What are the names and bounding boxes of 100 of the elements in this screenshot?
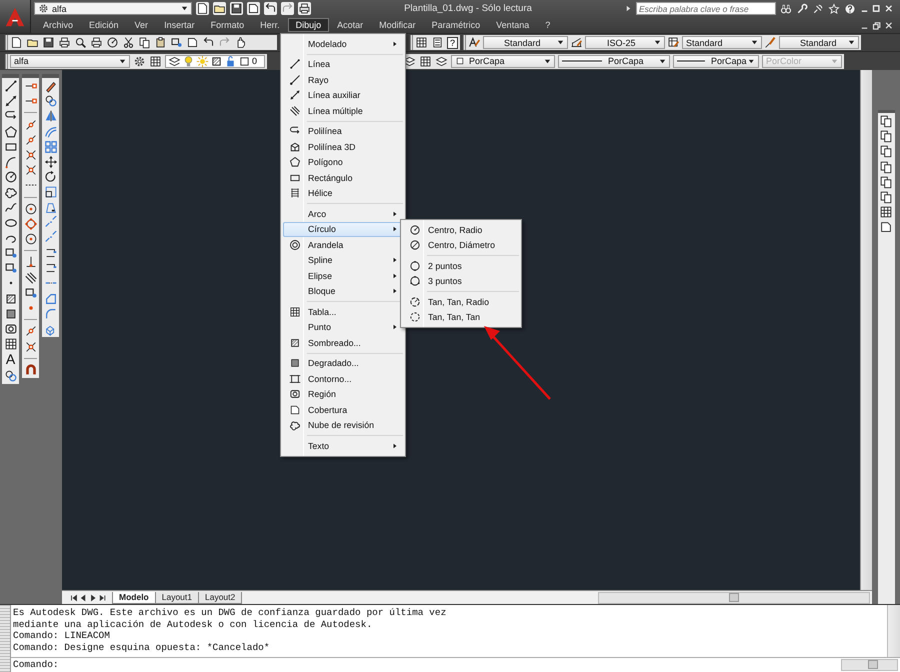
spline-icon[interactable] (4, 200, 18, 214)
menu-item[interactable]: Círculo (283, 222, 403, 237)
block-insert-icon[interactable] (4, 246, 18, 260)
printer-icon[interactable] (58, 36, 71, 49)
arc-icon[interactable] (4, 154, 18, 169)
menu-item[interactable]: Degradado... (283, 356, 403, 371)
four-squares-icon[interactable] (44, 140, 58, 154)
snap-cross-icon[interactable] (24, 148, 38, 162)
snap-circle-icon[interactable] (24, 202, 38, 216)
parallel-lines-icon[interactable] (24, 270, 38, 285)
snap-line-icon[interactable] (24, 132, 38, 147)
help-circle-icon[interactable] (844, 2, 856, 14)
blank-page-icon[interactable] (196, 2, 209, 15)
snap-circle-icon[interactable] (24, 232, 38, 246)
menu-item[interactable]: Elipse (283, 268, 403, 284)
help-button[interactable]: ? (447, 36, 458, 48)
circular-arrow-icon[interactable] (44, 170, 58, 184)
menu-item[interactable]: Línea auxiliar (283, 88, 403, 103)
snap-line-icon[interactable] (24, 118, 38, 132)
command-scrollbar[interactable] (887, 605, 900, 657)
snap-perp-icon[interactable] (24, 255, 38, 270)
four-arrows-icon[interactable] (44, 154, 58, 169)
hatch-icon[interactable] (4, 292, 18, 306)
offset-curve-icon[interactable] (44, 124, 58, 139)
menu-item[interactable]: Rayo (283, 72, 403, 88)
filled-square-icon[interactable] (4, 306, 18, 321)
line-icon[interactable] (4, 79, 18, 93)
menu-bar-item[interactable]: Paramétrico (424, 18, 488, 32)
menu-bar-item[interactable]: Insertar (156, 18, 203, 32)
left-arrow-icon[interactable] (202, 36, 215, 49)
menu-item[interactable]: Polilínea (283, 124, 403, 139)
current-layer-dropdown[interactable]: 0 (165, 54, 265, 68)
lineweight-dropdown[interactable]: PorCapa (673, 54, 759, 68)
menu-item[interactable]: Centro, Radio (403, 222, 519, 238)
menu-item[interactable]: Sombreado... (283, 335, 403, 350)
dashed-cut-icon[interactable] (44, 230, 58, 245)
text-style-dropdown[interactable]: Standard (483, 36, 568, 49)
snap-cross-icon[interactable] (24, 163, 38, 178)
multileader-style-dropdown[interactable]: Standard (779, 36, 860, 49)
dashed-cut-icon[interactable] (44, 216, 58, 230)
menu-item[interactable]: Línea (283, 56, 403, 72)
folded-page-icon[interactable] (186, 36, 199, 49)
command-line-grip[interactable] (0, 605, 11, 672)
menu-item[interactable]: 3 puntos (403, 274, 519, 289)
snap-diamond-icon[interactable] (24, 216, 38, 231)
rounded-region-icon[interactable] (4, 322, 18, 336)
leader-style-icon[interactable] (764, 36, 778, 49)
table-style-dropdown[interactable]: Standard (682, 36, 762, 49)
menu-bar-item[interactable]: ? (537, 18, 558, 32)
menu-item[interactable]: Polígono (283, 154, 403, 170)
menu-item[interactable]: Tan, Tan, Radio (403, 294, 519, 310)
circle-radius-icon[interactable] (106, 36, 119, 49)
text-tool-button[interactable]: A (6, 352, 16, 368)
dimension-style-dropdown[interactable]: ISO-25 (585, 36, 666, 49)
text-style-icon[interactable] (468, 36, 482, 49)
grid-icon[interactable] (4, 337, 18, 352)
menu-bar-item[interactable]: Formato (202, 18, 252, 32)
workspace-dropdown[interactable]: alfa (34, 2, 192, 15)
snap-line-icon[interactable] (24, 324, 38, 338)
menu-bar-item[interactable]: Ver (126, 18, 156, 32)
linetype-dropdown[interactable]: PorCapa (558, 54, 670, 68)
layout-tab[interactable]: Modelo (112, 592, 156, 604)
pages-icon[interactable] (879, 160, 893, 174)
menu-bar-item[interactable]: Herr. (252, 18, 288, 32)
menu-item[interactable]: Punto (283, 320, 403, 335)
menu-item[interactable]: Arco (283, 206, 403, 222)
gear-icon[interactable] (133, 54, 146, 68)
menu-item[interactable]: Texto (283, 438, 403, 454)
printer-icon[interactable] (298, 2, 311, 15)
blank-page-icon[interactable] (10, 36, 23, 49)
menu-bar-item[interactable]: Edición (81, 18, 127, 32)
chamfer-corner-icon[interactable] (44, 292, 58, 306)
menu-item[interactable]: Modelado (283, 36, 403, 52)
block-insert-icon[interactable] (170, 36, 183, 49)
circle-radius-icon[interactable] (4, 170, 18, 184)
layer-dropdown[interactable]: alfa (10, 54, 130, 68)
block-insert-icon[interactable] (24, 286, 38, 300)
menu-item[interactable]: Tan, Tan, Tan (403, 310, 519, 325)
horizontal-scrollbar[interactable] (598, 592, 870, 604)
menu-item[interactable]: Bloque (283, 284, 403, 299)
search-field[interactable]: Escriba palabra clave o frase (636, 2, 776, 15)
menu-item[interactable]: Polilínea 3D (283, 139, 403, 154)
grid-icon[interactable] (419, 54, 432, 68)
menu-bar-item[interactable]: Dibujo (288, 18, 330, 32)
stacked-layers-icon[interactable] (403, 54, 416, 68)
pages-icon[interactable] (879, 129, 893, 144)
left-arrow-icon[interactable] (264, 2, 277, 15)
grid-icon[interactable] (879, 205, 893, 220)
menu-bar-item[interactable]: Modificar (371, 18, 424, 32)
calculator-icon[interactable] (431, 36, 444, 49)
menu-item[interactable]: Tabla... (283, 304, 403, 320)
satellite-icon[interactable] (812, 2, 824, 14)
table-style-icon[interactable] (667, 36, 680, 49)
menu-item[interactable]: Línea múltiple (283, 103, 403, 118)
layout-tab[interactable]: Layout2 (198, 592, 242, 604)
menu-bar-item[interactable]: Acotar (329, 18, 372, 32)
menu-item[interactable]: Cobertura (283, 402, 403, 418)
menu-item[interactable]: 2 puntos (403, 258, 519, 274)
layout-tab[interactable]: Layout1 (154, 592, 199, 604)
stacked-layers-icon[interactable] (435, 54, 448, 68)
